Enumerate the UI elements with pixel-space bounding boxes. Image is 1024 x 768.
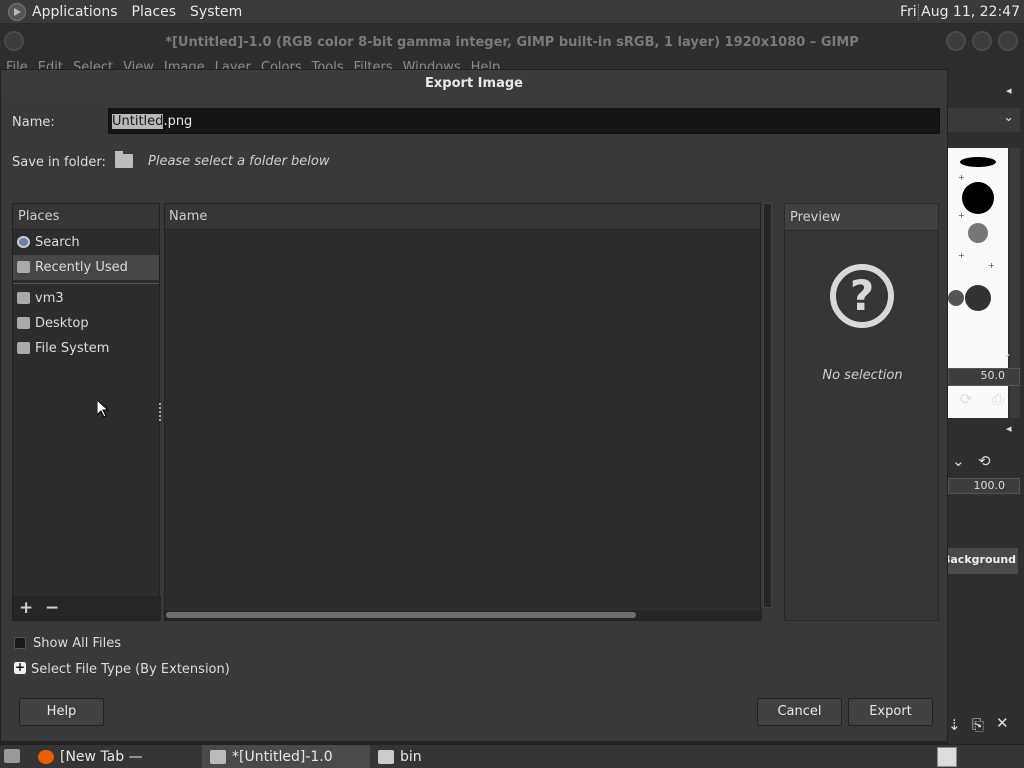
places-footer: + − — [13, 596, 161, 620]
show-desktop-icon[interactable] — [4, 749, 20, 763]
close-icon[interactable] — [998, 31, 1018, 51]
name-label: Name: — [12, 115, 55, 130]
menu-applications[interactable]: Applications — [32, 4, 118, 20]
delete-layer-icon[interactable]: ✕ — [996, 714, 1009, 732]
places-header: Places — [13, 204, 159, 230]
top-panel: Applications Places System Fri Aug 11, 2… — [0, 0, 1024, 24]
search-icon — [17, 236, 30, 248]
show-all-files-checkbox[interactable] — [14, 637, 26, 649]
menu-system[interactable]: System — [190, 4, 242, 20]
filename-selected-text: Untitled — [112, 114, 164, 129]
name-column-header[interactable]: Name — [165, 204, 760, 230]
opacity-field[interactable]: 100.0 — [948, 478, 1020, 494]
layer-row[interactable]: Background — [948, 548, 1018, 574]
mode-chevron-icon[interactable]: ⌄ — [952, 452, 965, 470]
hscroll-thumb[interactable] — [166, 612, 636, 618]
folder-icon — [378, 750, 394, 764]
gimp-window-title: *[Untitled]-1.0 (RGB color 8-bit gamma i… — [0, 24, 1024, 60]
firefox-icon — [38, 750, 54, 764]
dock-configure-icon-2[interactable]: ◂ — [1006, 422, 1012, 435]
system-logo-icon[interactable] — [8, 2, 26, 21]
recent-icon — [17, 261, 30, 273]
maximize-icon[interactable] — [972, 31, 992, 51]
duplicate-layer-icon[interactable]: ⎘ — [972, 716, 984, 734]
task-label: bin — [400, 749, 422, 765]
show-all-files-label[interactable]: Show All Files — [33, 636, 121, 651]
place-label: File System — [35, 341, 110, 356]
places-panel: Places Search Recently Used vm3 Desktop … — [12, 203, 161, 621]
place-label: Desktop — [35, 316, 89, 331]
pane-resize-handle[interactable] — [159, 403, 162, 421]
taskbar: [New Tab — Mozilla... *[Untitled]-1.0 (R… — [0, 744, 1024, 768]
task-bin[interactable]: bin — [370, 745, 490, 768]
brush-selector[interactable]: ⌄ — [948, 108, 1020, 132]
undo-mode-icon[interactable]: ⟲ — [978, 452, 991, 470]
file-list[interactable]: Name — [164, 203, 762, 621]
file-type-expander-icon[interactable]: + — [14, 661, 26, 674]
dock-configure-icon[interactable]: ◂ — [1006, 84, 1012, 97]
home-folder-icon — [17, 292, 30, 304]
place-label: Recently Used — [35, 260, 128, 275]
folder-hint: Please select a folder below — [148, 154, 330, 169]
place-file-system[interactable]: File System — [13, 336, 159, 361]
place-label: vm3 — [35, 291, 64, 306]
preview-header: Preview — [785, 204, 938, 231]
opacity-value: 100.0 — [973, 479, 1006, 492]
export-button[interactable]: Export — [848, 698, 933, 726]
folder-icon — [115, 151, 133, 168]
place-label: Search — [35, 235, 80, 250]
gimp-title-text: *[Untitled]-1.0 (RGB color 8-bit gamma i… — [165, 34, 859, 50]
right-dock: ◂ ⌄ + + + + ⌄ 50.0 ⟳ ⎙ ◂ ⌄ ⟲ 100.0 Backg… — [948, 78, 1024, 744]
place-recently-used[interactable]: Recently Used — [13, 255, 159, 280]
spacing-field[interactable]: 50.0 — [948, 368, 1020, 386]
question-mark-icon: ? — [830, 264, 894, 328]
spacing-value: 50.0 — [980, 369, 1006, 382]
layer-actions-icon[interactable]: ⇣ — [948, 716, 961, 734]
select-file-type-label[interactable]: Select File Type (By Extension) — [31, 662, 230, 677]
place-search[interactable]: Search — [13, 230, 159, 255]
cancel-button[interactable]: Cancel — [757, 698, 842, 726]
gimp-icon — [210, 750, 226, 764]
svg-text:+: + — [988, 261, 995, 270]
places-divider — [13, 283, 159, 284]
preview-panel: Preview ? No selection — [784, 203, 939, 621]
svg-text:+: + — [958, 211, 965, 220]
file-list-hscrollbar[interactable] — [165, 610, 762, 620]
mouse-cursor-icon — [97, 400, 109, 418]
add-bookmark-button[interactable]: + — [19, 598, 33, 618]
scroll-down-icon[interactable]: ⌄ — [1002, 346, 1012, 360]
svg-text:+: + — [958, 251, 965, 260]
save-folder-label: Save in folder: — [12, 155, 106, 170]
no-selection-text: No selection — [822, 368, 903, 383]
dialog-title: Export Image — [1, 70, 947, 98]
svg-text:+: + — [958, 173, 965, 182]
export-dialog: Export Image Name: Untitled.png Save in … — [0, 69, 948, 742]
file-list-vscrollbar[interactable] — [763, 203, 772, 608]
task-label: *[Untitled]-1.0 (RGB... — [232, 749, 333, 765]
place-vm3[interactable]: vm3 — [13, 286, 159, 311]
filename-input[interactable]: Untitled.png — [108, 108, 940, 134]
help-button[interactable]: Help — [19, 698, 104, 726]
workspace-switcher[interactable] — [937, 747, 957, 767]
task-firefox[interactable]: [New Tab — Mozilla... — [30, 745, 202, 768]
clock[interactable]: Fri Aug 11, 22:47 — [900, 4, 1020, 20]
window-menu-icon[interactable] — [4, 31, 24, 51]
task-gimp[interactable]: *[Untitled]-1.0 (RGB... — [202, 745, 370, 768]
desktop-icon — [17, 317, 30, 329]
task-label: [New Tab — Mozilla... — [60, 749, 143, 765]
layer-name: Background — [948, 553, 1017, 566]
refresh-icon[interactable]: ⟳ — [960, 390, 973, 408]
drive-icon — [17, 342, 30, 354]
place-desktop[interactable]: Desktop — [13, 311, 159, 336]
minimize-icon[interactable] — [946, 31, 966, 51]
filename-extension: .png — [163, 114, 193, 129]
menu-places[interactable]: Places — [132, 4, 177, 20]
chevron-down-icon: ⌄ — [1003, 110, 1014, 125]
remove-bookmark-button[interactable]: − — [45, 598, 59, 618]
export-brush-icon[interactable]: ⎙ — [992, 390, 1004, 408]
